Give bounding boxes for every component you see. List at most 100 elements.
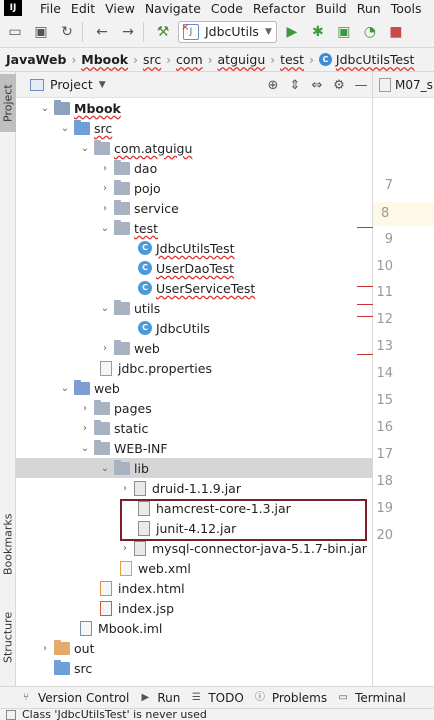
tree-item-jar[interactable]: › druid-1.1.9.jar xyxy=(16,478,372,498)
tree-item-folder[interactable]: ⌄ web xyxy=(16,378,372,398)
breadcrumb-test[interactable]: test xyxy=(280,52,304,67)
profile-icon[interactable]: ◔ xyxy=(359,21,381,43)
menu-edit[interactable]: Edit xyxy=(71,1,95,16)
jar-file-icon xyxy=(138,520,150,536)
breadcrumb-project[interactable]: JavaWeb xyxy=(6,52,66,67)
tree-item-folder[interactable]: src xyxy=(16,658,372,678)
chevron-right-icon[interactable]: › xyxy=(118,543,132,554)
chevron-right-icon[interactable]: › xyxy=(78,403,92,414)
tree-item-folder[interactable]: ⌄ lib xyxy=(16,458,372,478)
menu-code[interactable]: Code xyxy=(211,1,243,16)
intellij-logo-icon: IJ xyxy=(4,0,22,16)
settings-gear-icon[interactable]: ⚙ xyxy=(328,78,350,93)
package-icon xyxy=(114,299,130,315)
open-icon[interactable]: ▭ xyxy=(4,21,26,43)
chevron-down-icon[interactable]: ⌄ xyxy=(58,123,72,134)
tree-item-module[interactable]: ⌄ Mbook xyxy=(16,98,372,118)
tab-bookmarks[interactable]: Bookmarks xyxy=(0,504,16,584)
breadcrumb-atguigu[interactable]: atguigu xyxy=(218,52,266,67)
tree-item-label: lib xyxy=(134,460,149,476)
hide-icon[interactable]: — xyxy=(350,78,372,93)
source-folder-icon xyxy=(54,659,70,675)
chevron-right-icon[interactable]: › xyxy=(118,483,132,494)
tree-item-package[interactable]: ⌄ test xyxy=(16,218,372,238)
tree-item-folder[interactable]: › out xyxy=(16,638,372,658)
breadcrumb-src[interactable]: src xyxy=(143,52,161,67)
tree-item-folder[interactable]: ⌄ WEB-INF xyxy=(16,438,372,458)
menu-navigate[interactable]: Navigate xyxy=(145,1,201,16)
tree-item-package[interactable]: › web xyxy=(16,338,372,358)
tool-terminal[interactable]: ▭ Terminal xyxy=(337,691,405,705)
locate-icon[interactable]: ⊕ xyxy=(262,78,284,93)
sync-icon[interactable]: ↻ xyxy=(56,21,78,43)
chevron-down-icon[interactable]: ⌄ xyxy=(78,143,92,154)
tree-item-file[interactable]: Mbook.iml xyxy=(16,618,372,638)
chevron-down-icon[interactable]: ⌄ xyxy=(58,383,72,394)
coverage-icon[interactable]: ▣ xyxy=(333,21,355,43)
chevron-down-icon[interactable]: ⌄ xyxy=(98,463,112,474)
tree-item-label: mysql-connector-java-5.1.7-bin.jar xyxy=(152,540,367,556)
collapse-all-icon[interactable]: ⇔ xyxy=(306,78,328,93)
project-panel-title[interactable]: Project xyxy=(50,77,93,92)
tree-item-jar[interactable]: hamcrest-core-1.3.jar xyxy=(16,498,372,518)
tree-item-file[interactable]: index.jsp xyxy=(16,598,372,618)
menu-run[interactable]: Run xyxy=(357,1,381,16)
tree-item-label: druid-1.1.9.jar xyxy=(152,480,241,496)
back-icon[interactable]: ← xyxy=(91,21,113,43)
chevron-down-icon[interactable]: ⌄ xyxy=(98,223,112,234)
tab-structure[interactable]: Structure xyxy=(0,602,16,672)
save-all-icon[interactable]: ▣ xyxy=(30,21,52,43)
status-icon[interactable] xyxy=(6,710,16,720)
chevron-right-icon[interactable]: › xyxy=(78,423,92,434)
forward-icon[interactable]: → xyxy=(117,21,139,43)
breadcrumb-module[interactable]: Mbook xyxy=(81,52,128,67)
tree-item-class[interactable]: C JdbcUtils xyxy=(16,318,372,338)
folder-icon xyxy=(94,419,110,435)
tree-item-class[interactable]: C UserDaoTest xyxy=(16,258,372,278)
menu-refactor[interactable]: Refactor xyxy=(253,1,305,16)
tree-item-jar[interactable]: › mysql-connector-java-5.1.7-bin.jar xyxy=(16,538,372,558)
menu-build[interactable]: Build xyxy=(315,1,346,16)
tree-item-class[interactable]: C UserServiceTest xyxy=(16,278,372,298)
run-icon[interactable]: ▶ xyxy=(281,21,303,43)
tree-item-class[interactable]: C JdbcUtilsTest xyxy=(16,238,372,258)
tree-item-folder[interactable]: ⌄ src xyxy=(16,118,372,138)
tool-version-control[interactable]: ⑂ Version Control xyxy=(20,691,129,705)
tree-item-package[interactable]: › pojo xyxy=(16,178,372,198)
chevron-down-icon[interactable]: ⌄ xyxy=(38,103,52,114)
chevron-down-icon[interactable]: ⌄ xyxy=(98,303,112,314)
menu-file[interactable]: File xyxy=(40,1,61,16)
tree-item-package[interactable]: › service xyxy=(16,198,372,218)
tree-item-folder[interactable]: › pages xyxy=(16,398,372,418)
chevron-right-icon[interactable]: › xyxy=(98,183,112,194)
chevron-right-icon[interactable]: › xyxy=(98,203,112,214)
chevron-right-icon[interactable]: › xyxy=(98,343,112,354)
menu-view[interactable]: View xyxy=(105,1,135,16)
menu-tools[interactable]: Tools xyxy=(391,1,422,16)
tree-item-file[interactable]: web.xml xyxy=(16,558,372,578)
stop-icon[interactable]: ■ xyxy=(385,21,407,43)
tree-item-package[interactable]: › dao xyxy=(16,158,372,178)
expand-all-icon[interactable]: ⇕ xyxy=(284,78,306,93)
tree-item-package[interactable]: ⌄ utils xyxy=(16,298,372,318)
tree-item-folder[interactable]: › static xyxy=(16,418,372,438)
tree-item-file[interactable]: jdbc.properties xyxy=(16,358,372,378)
chevron-right-icon[interactable]: › xyxy=(38,643,52,654)
run-configuration-select[interactable]: J JdbcUtils ▼ xyxy=(178,20,277,43)
tab-project[interactable]: Project xyxy=(0,74,16,132)
tool-problems[interactable]: ⓘ Problems xyxy=(254,691,327,705)
tree-item-file[interactable]: index.html xyxy=(16,578,372,598)
chevron-down-icon[interactable]: ⌄ xyxy=(78,443,92,454)
build-icon[interactable]: ⚒ xyxy=(152,21,174,43)
chevron-right-icon[interactable]: › xyxy=(98,163,112,174)
breadcrumb-class[interactable]: JdbcUtilsTest xyxy=(336,52,415,67)
tool-run[interactable]: ▶ Run xyxy=(139,691,180,705)
chevron-down-icon[interactable]: ▼ xyxy=(99,80,106,90)
debug-icon[interactable]: ✱ xyxy=(307,21,329,43)
breadcrumb-com[interactable]: com xyxy=(176,52,203,67)
editor-tab[interactable]: M07_s xyxy=(373,72,434,98)
tree-item-jar[interactable]: junit-4.12.jar xyxy=(16,518,372,538)
tree-item-label: UserServiceTest xyxy=(156,280,256,296)
tool-todo[interactable]: ☰ TODO xyxy=(190,691,244,705)
tree-item-package[interactable]: ⌄ com.atguigu xyxy=(16,138,372,158)
